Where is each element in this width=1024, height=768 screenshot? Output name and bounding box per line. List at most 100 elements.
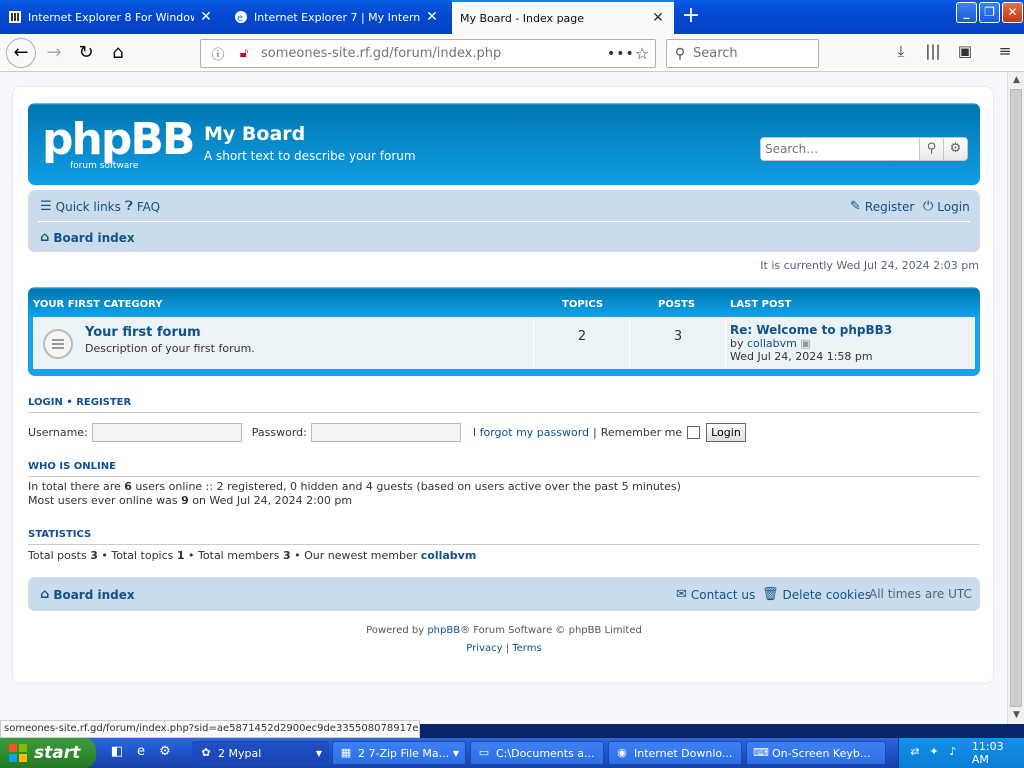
new-tab-button[interactable]: + (678, 4, 704, 30)
quick-login-form: Username: Password: I forgot my password… (28, 421, 980, 443)
login-button[interactable]: Login (706, 422, 746, 442)
forgot-password-link[interactable]: I forgot my password (473, 426, 589, 439)
task-mypal[interactable]: ✿ 2 Mypal ▼ (192, 741, 329, 765)
maximize-button[interactable]: ❐ (979, 2, 1000, 23)
stat-bullet: • (188, 549, 195, 562)
close-icon[interactable]: ✕ (650, 10, 666, 26)
phpbb-link[interactable]: phpBB (427, 625, 460, 636)
scroll-thumb[interactable] (1010, 89, 1022, 707)
stat-label: Total posts (28, 549, 87, 562)
close-window-button[interactable]: ✕ (1002, 2, 1023, 23)
clock[interactable]: 11:03 AM (972, 740, 1024, 766)
delete-cookies-label: Delete cookies (782, 587, 871, 602)
search-icon[interactable]: ⚲ (919, 138, 943, 160)
power-icon: ⏻ (923, 199, 934, 214)
online-text: users online :: 2 registered, 0 hidden a… (135, 480, 681, 493)
windows-taskbar: start ◧ e ⚙ ✿ 2 Mypal ▼ ▦ 2 7-Zip File M… (0, 738, 1024, 768)
privacy-link[interactable]: Privacy (466, 643, 502, 654)
tab-ie7[interactable]: e Internet Explorer 7 | My Internet E ✕ (226, 2, 448, 32)
view-post-icon[interactable]: ▣ (800, 337, 810, 350)
mypal-icon: ✿ (201, 746, 211, 759)
footer-board-index-link[interactable]: ⌂ Board index (40, 587, 135, 602)
register-heading-link[interactable]: REGISTER (76, 397, 131, 408)
forum-navbar: ☰ Quick links ❓︎ FAQ ✎ Register ⏻ Login … (28, 190, 980, 252)
minimize-button[interactable]: _ (956, 2, 977, 23)
menu-icon[interactable]: ≡ (994, 42, 1016, 64)
media-player-icon[interactable]: ⚙ (156, 744, 174, 762)
windows-flag-icon (8, 743, 28, 763)
statistics-line: Total posts 3 • Total topics 1 • Total m… (28, 549, 476, 562)
password-label: Password: (251, 425, 307, 439)
section-divider (28, 544, 980, 545)
browser-navbar: ← → ↻ ⌂ ⓘ 🔓︎ someones-site.rf.gd/forum/i… (0, 34, 1024, 72)
remember-me-checkbox[interactable] (687, 425, 701, 439)
browser-titlebar: Internet Explorer 8 For Windows X ✕ e In… (0, 0, 1024, 34)
ie-quicklaunch-icon[interactable]: e (132, 744, 150, 762)
login-link[interactable]: ⏻ Login (923, 199, 970, 214)
password-input[interactable] (310, 422, 461, 442)
reload-button[interactable]: ↻ (72, 40, 100, 68)
close-icon[interactable]: ✕ (424, 9, 440, 25)
page-icon (8, 10, 22, 24)
last-post-title-link[interactable]: Re: Welcome to phpBB3 (730, 323, 892, 337)
last-post-user-link[interactable]: collabvm (747, 337, 797, 350)
heading-separator: • (66, 397, 73, 408)
browser-search-box[interactable]: ⚲ (666, 39, 819, 68)
gear-icon[interactable]: ⚙ (943, 138, 967, 160)
newest-member-link[interactable]: collabvm (421, 549, 477, 562)
close-icon[interactable]: ✕ (198, 9, 214, 25)
downloads-icon[interactable]: ⤓ (890, 42, 912, 64)
by-label: by (730, 337, 744, 350)
copyright: Powered by phpBB® Forum Software © phpBB… (13, 625, 995, 636)
username-input[interactable] (91, 422, 242, 442)
timezone-text: All times are UTC (869, 587, 972, 601)
stat-bullet: • (101, 549, 108, 562)
forum-search-input[interactable] (761, 138, 919, 160)
tab-my-board[interactable]: My Board - Index page ✕ (452, 0, 674, 34)
show-desktop-icon[interactable]: ◧ (108, 744, 126, 762)
page-actions-icon[interactable]: ••• (607, 46, 634, 62)
forum-description: Description of your first forum. (85, 342, 255, 355)
who-is-online-heading[interactable]: WHO IS ONLINE (28, 461, 116, 472)
logo-subtext: forum software (70, 161, 139, 171)
category-header[interactable]: YOUR FIRST CATEGORY (33, 299, 163, 310)
scroll-up-icon[interactable]: ▲ (1008, 72, 1024, 89)
ie-icon: e (234, 10, 248, 24)
tab-ie8[interactable]: Internet Explorer 8 For Windows X ✕ (0, 2, 222, 32)
task-7zip[interactable]: ▦ 2 7-Zip File Ma... ▼ (332, 741, 466, 765)
quick-links-menu[interactable]: ☰ Quick links (40, 199, 121, 214)
network-icon[interactable]: ⇄ (907, 745, 923, 761)
page-scrollbar[interactable]: ▲ ▼ (1007, 72, 1024, 724)
task-internet-download[interactable]: ◉ Internet Downlo... (608, 741, 742, 765)
security-icon[interactable]: ✦ (926, 745, 942, 761)
info-icon[interactable]: ⓘ (209, 44, 227, 63)
home-button[interactable]: ⌂ (104, 40, 132, 68)
forum-title-link[interactable]: Your first forum (85, 325, 201, 340)
bookmark-star-icon[interactable]: ☆ (629, 44, 655, 63)
faq-link[interactable]: ❓︎ FAQ (125, 199, 160, 214)
phpbb-logo[interactable]: phpBB forum software (42, 115, 195, 175)
login-heading-link[interactable]: LOGIN (28, 397, 63, 408)
task-onscreen-keyboard[interactable]: ⌨ On-Screen Keyb... (746, 741, 886, 765)
envelope-icon: ✉ (676, 587, 687, 602)
insecure-lock-icon[interactable]: 🔓︎ (235, 46, 253, 61)
board-index-link[interactable]: ⌂ Board index (40, 230, 135, 245)
volume-icon[interactable]: ♪ (945, 745, 961, 761)
chevron-down-icon: ▼ (452, 748, 459, 758)
scroll-down-icon[interactable]: ▼ (1008, 707, 1024, 724)
folder-icon: ▭ (478, 746, 490, 759)
forward-button[interactable]: → (40, 40, 68, 68)
library-icon[interactable]: ||| (922, 42, 944, 64)
start-button[interactable]: start (0, 738, 96, 768)
browser-search-input[interactable] (693, 46, 803, 61)
question-icon: ❓︎ (125, 199, 133, 214)
sidebar-icon[interactable]: ▣ (954, 42, 976, 64)
register-link[interactable]: ✎ Register (850, 199, 914, 214)
task-documents[interactable]: ▭ C:\Documents a... (470, 741, 604, 765)
url-bar[interactable]: ⓘ 🔓︎ someones-site.rf.gd/forum/index.php… (200, 39, 656, 68)
contact-us-link[interactable]: ✉ Contact us (676, 587, 755, 602)
back-button[interactable]: ← (6, 38, 36, 68)
delete-cookies-link[interactable]: 🗑︎ Delete cookies (762, 587, 871, 602)
forum-read-icon (43, 329, 73, 359)
terms-link[interactable]: Terms (512, 643, 541, 654)
